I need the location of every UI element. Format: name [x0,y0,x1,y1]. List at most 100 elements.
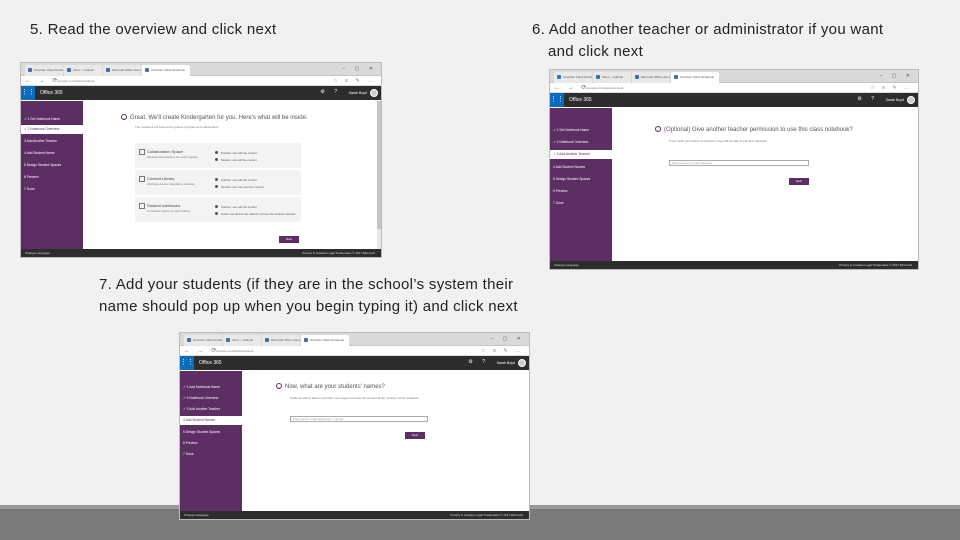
change-language-link[interactable]: Change Language [554,263,579,267]
avatar[interactable] [907,96,915,104]
back-arrow-icon[interactable]: ← [276,383,282,389]
page-heading: ← Great. We'll create Kindergarten for yo… [121,114,308,121]
wizard-step[interactable]: ✓ 1 Set Notebook Name [550,126,612,135]
waffle-icon[interactable]: ⋮⋮ [550,93,564,107]
wizard-step[interactable]: 3 Add Another Teacher [21,137,83,146]
wizard-step[interactable]: ✓ 1 Set Notebook Name [21,115,83,124]
browser-tab[interactable]: Microsoft Office Home [632,72,670,83]
back-arrow-icon[interactable]: ← [655,126,661,132]
back-arrow-icon[interactable]: ← [121,114,127,120]
browser-tab-active[interactable]: OneNote Class Notebook [301,335,349,346]
wizard-sidebar: ✓ 1 Add Notebook Name ✓ 2 Notebook Overv… [180,371,244,519]
permission-student: Student: can edit the content [215,158,257,162]
browser-nav-icons[interactable]: ← → ⟳ [25,77,60,85]
wizard-step[interactable]: ✓ 1 Add Notebook Name [180,383,242,392]
library-icon [139,176,145,182]
app-footer: Change Language Privacy & Cookies Legal … [550,261,918,269]
header-icons[interactable]: ⚙ ? [857,96,878,102]
user-name[interactable]: Sarah Boyd [886,98,904,102]
browser-tab[interactable]: Microsoft Office Home [262,335,300,346]
section-student-notebooks: Student notebooks A notebook space for e… [135,196,301,222]
address-bar[interactable]: ← → ⟳ onenote.com/classnotebook ☆ ≡ ✎ … [21,76,381,86]
wizard-step[interactable]: ✓ 2 Notebook Overview [180,394,242,403]
wizard-step-current[interactable]: ✓ 3 Add Another Teacher [550,150,614,159]
address-bar[interactable]: ← → ⟳ onenote.com/classnotebook ☆ ≡ ✎ … [180,346,529,356]
teacher-input[interactable]: Enter names or email addresses [669,160,809,166]
wizard-step[interactable]: 7 Done [21,185,83,194]
address-bar[interactable]: ← → ⟳ onenote.com/classnotebook ☆ ≡ ✎ … [550,83,918,93]
browser-tab-active[interactable]: OneNote Class Notebook [142,65,190,76]
browser-tab[interactable]: OneNote Class Notebook [25,65,63,76]
window-controls[interactable]: – ▢ ✕ [880,73,914,79]
wizard-step[interactable]: 7 Done [550,199,612,208]
notebook-icon [139,203,145,209]
url-text: onenote.com/classnotebook [216,349,254,353]
student-icon [215,185,218,188]
url-text: onenote.com/classnotebook [57,79,95,83]
header-icons[interactable]: ⚙ ? [320,89,341,95]
teacher-icon [215,151,218,154]
caption-step-5: 5. Read the overview and click next [30,21,277,38]
caption-step-6-line-2: and click next [548,43,644,60]
change-language-link[interactable]: Change Language [184,513,209,517]
wizard-sidebar: ✓ 1 Set Notebook Name ✓ 2 Notebook Overv… [550,108,614,269]
browser-nav-icons[interactable]: ← → ⟳ [554,84,589,92]
browser-toolbar-icons[interactable]: ☆ ≡ ✎ … [870,84,912,92]
wizard-step[interactable]: 5 Design Student Spaces [21,161,83,170]
wizard-step[interactable]: 4 Add Student Name [21,149,83,158]
browser-tab[interactable]: Microsoft Office Home [103,65,141,76]
wizard-step[interactable]: 5 Design Student Spaces [180,428,242,437]
section-desc: Distribute course materials to students [147,182,195,186]
students-input[interactable]: Enter names, email addresses or groups [290,416,428,422]
wizard-step[interactable]: 7 Done [180,450,242,459]
browser-tab-active[interactable]: OneNote Class Notebook [671,72,719,83]
browser-tab[interactable]: Inbox – Outlook [223,335,261,346]
wizard-step[interactable]: ✓ 2 Notebook Overview [550,138,612,147]
wizard-step-current[interactable]: ✓ 2 Notebook Overview [21,125,85,134]
waffle-icon[interactable]: ⋮⋮ [21,86,35,100]
next-button[interactable]: Next [279,236,299,243]
browser-nav-icons[interactable]: ← → ⟳ [184,347,219,355]
footer-links[interactable]: Privacy & Cookies Legal Trademarks © 201… [450,513,523,517]
footer-links[interactable]: Privacy & Cookies Legal Trademarks © 201… [302,251,375,255]
page-subtext: If you invite your fellow co-teachers, t… [669,139,768,143]
browser-tab[interactable]: Inbox – Outlook [64,65,102,76]
office-title[interactable]: Office 365 [569,97,592,103]
header-icons[interactable]: ⚙ ? [468,359,489,365]
wizard-step[interactable]: 6 Preview [21,173,83,182]
wizard-sidebar: ✓ 1 Set Notebook Name ✓ 2 Notebook Overv… [21,101,85,257]
url-text: onenote.com/classnotebook [586,86,624,90]
scrollbar[interactable] [377,101,381,251]
browser-tab[interactable]: OneNote Class Notebook [554,72,592,83]
wizard-step[interactable]: 4 Add Student Names [550,163,612,172]
screenshot-overview: OneNote Class Notebook Inbox – Outlook M… [20,62,382,258]
page-subtext: Students will be able to edit their own … [290,396,420,400]
wizard-step[interactable]: 6 Preview [180,439,242,448]
browser-tab[interactable]: Inbox – Outlook [593,72,631,83]
next-button[interactable]: Next [405,432,425,439]
waffle-icon[interactable]: ⋮⋮ [180,356,194,370]
footer-links[interactable]: Privacy & Cookies Legal Trademarks © 201… [839,263,912,267]
browser-tab[interactable]: OneNote Class Notebook [184,335,222,346]
permission-teacher: Teacher: can edit the content [215,205,257,209]
avatar[interactable] [370,89,378,97]
browser-toolbar-icons[interactable]: ☆ ≡ ✎ … [481,347,523,355]
office-title[interactable]: Office 365 [199,360,222,366]
next-button[interactable]: Next [789,178,809,185]
wizard-step[interactable]: 5 Design Student Spaces [550,175,612,184]
user-name[interactable]: Sarah Boyd [497,361,515,365]
caption-step-6: 6. Add another teacher or administrator … [532,19,932,63]
browser-toolbar-icons[interactable]: ☆ ≡ ✎ … [333,77,375,85]
avatar[interactable] [518,359,526,367]
student-icon [215,158,218,161]
office-title[interactable]: Office 365 [40,90,63,96]
wizard-step-current[interactable]: 4 Add Student Names [180,416,244,425]
window-controls[interactable]: – ▢ ✕ [491,336,525,342]
caption-step-6-line-1: 6. Add another teacher or administrator … [532,21,884,38]
window-controls[interactable]: – ▢ ✕ [343,66,377,72]
user-name[interactable]: Sarah Boyd [349,91,367,95]
wizard-content: ← (Optional) Give another teacher permiss… [612,108,916,263]
wizard-step[interactable]: ✓ 3 Add Another Teacher [180,405,242,414]
change-language-link[interactable]: Change Language [25,251,50,255]
wizard-step[interactable]: 6 Preview [550,187,612,196]
